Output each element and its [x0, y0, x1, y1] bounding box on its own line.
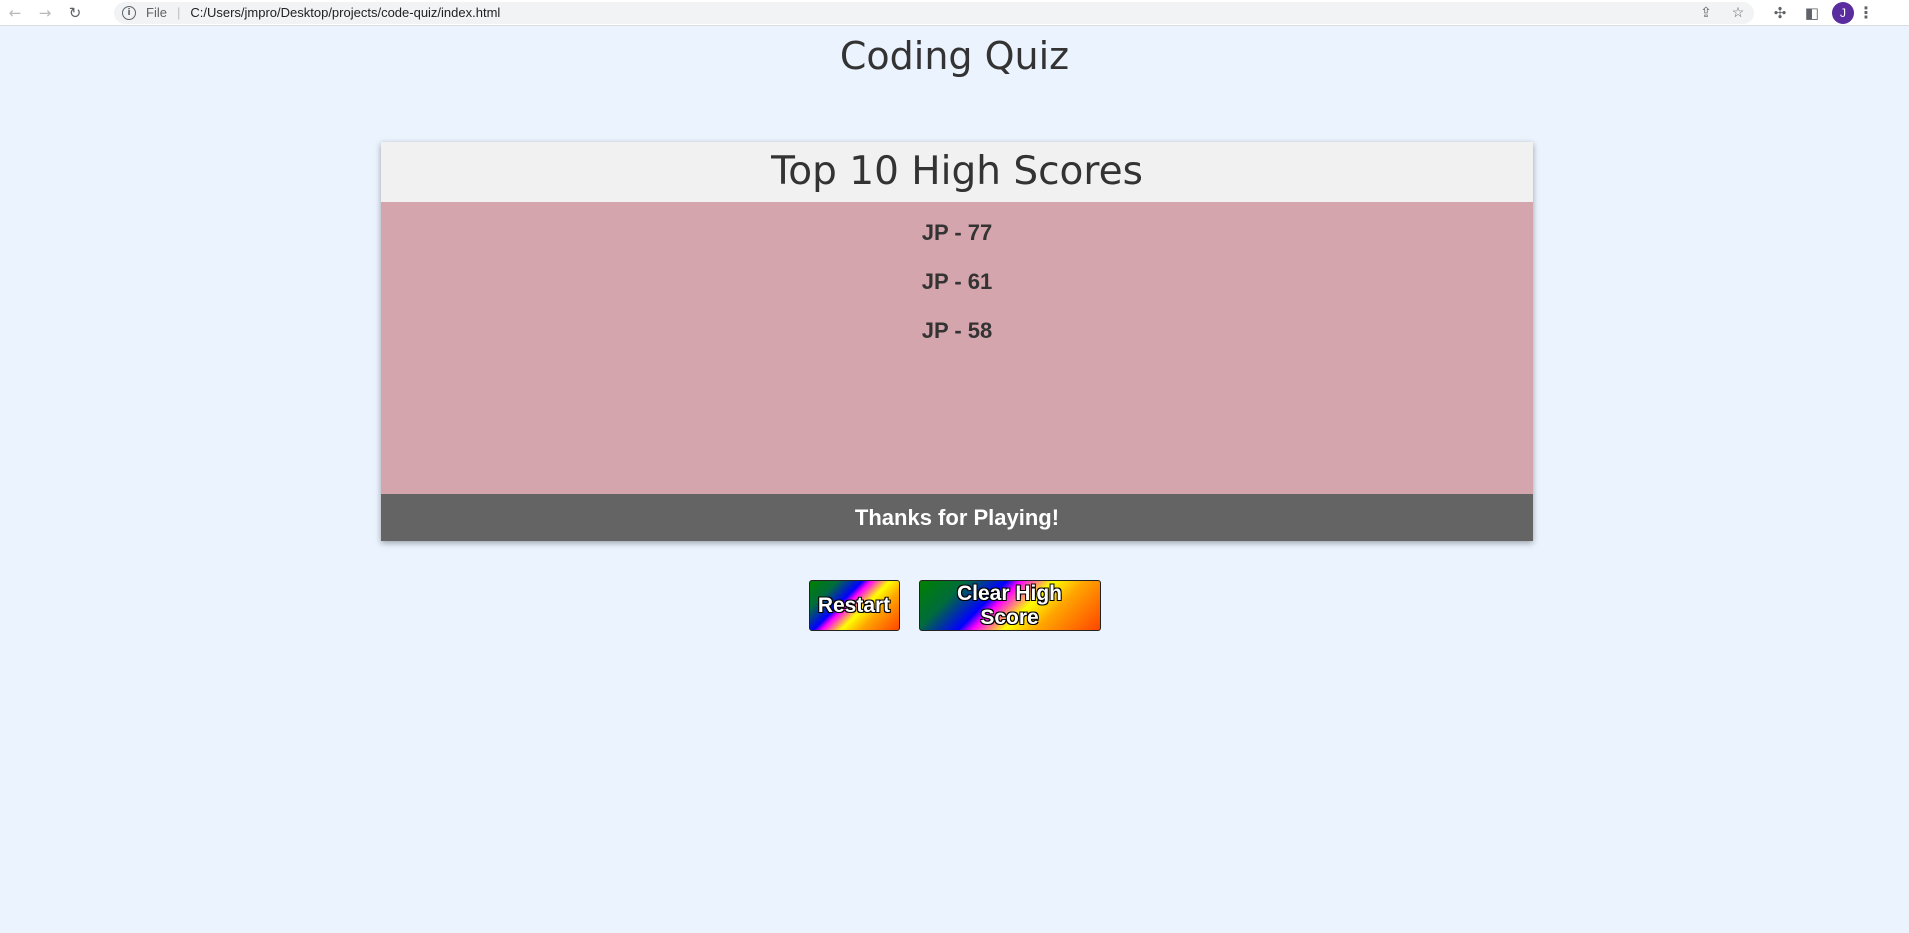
puzzle-icon[interactable]: ✣ [1764, 4, 1796, 22]
card-footer: Thanks for Playing! [381, 494, 1533, 541]
back-arrow-icon[interactable]: ← [0, 0, 30, 26]
star-icon[interactable]: ☆ [1722, 4, 1754, 21]
clear-high-score-button[interactable]: Clear High Score [918, 580, 1101, 631]
restart-button[interactable]: Restart [808, 580, 900, 631]
kebab-menu-icon[interactable]: ⋮ [1858, 3, 1874, 22]
share-icon[interactable]: ⇪ [1690, 4, 1722, 21]
toolbar-icons: ✣ ◧ J ⋮ [1764, 1, 1874, 24]
address-bar[interactable]: i File | C:/Users/jmpro/Desktop/projects… [114, 1, 1754, 24]
forward-arrow-icon[interactable]: → [30, 0, 60, 26]
reload-icon[interactable]: ↻ [60, 0, 90, 26]
avatar[interactable]: J [1832, 1, 1854, 24]
page-title: Coding Quiz [839, 34, 1070, 78]
card-header: Top 10 High Scores [381, 142, 1533, 202]
button-row: Restart Clear High Score [0, 580, 1909, 631]
url-separator: | [176, 5, 181, 20]
omnibox-actions: ⇪ ☆ [1690, 4, 1754, 21]
score-item: JP - 58 [921, 318, 993, 343]
score-item: JP - 61 [921, 269, 993, 294]
side-panel-icon[interactable]: ◧ [1796, 4, 1828, 22]
info-icon[interactable]: i [122, 5, 136, 20]
high-scores-card: Top 10 High Scores JP - 77 JP - 61 JP - … [381, 142, 1533, 541]
browser-toolbar: ← → ↻ i File | C:/Users/jmpro/Desktop/pr… [0, 0, 1909, 26]
url-text[interactable]: C:/Users/jmpro/Desktop/projects/code-qui… [190, 5, 500, 20]
score-list: JP - 77 JP - 61 JP - 58 [381, 202, 1533, 494]
score-item: JP - 77 [921, 220, 993, 245]
file-label: File [146, 5, 167, 20]
